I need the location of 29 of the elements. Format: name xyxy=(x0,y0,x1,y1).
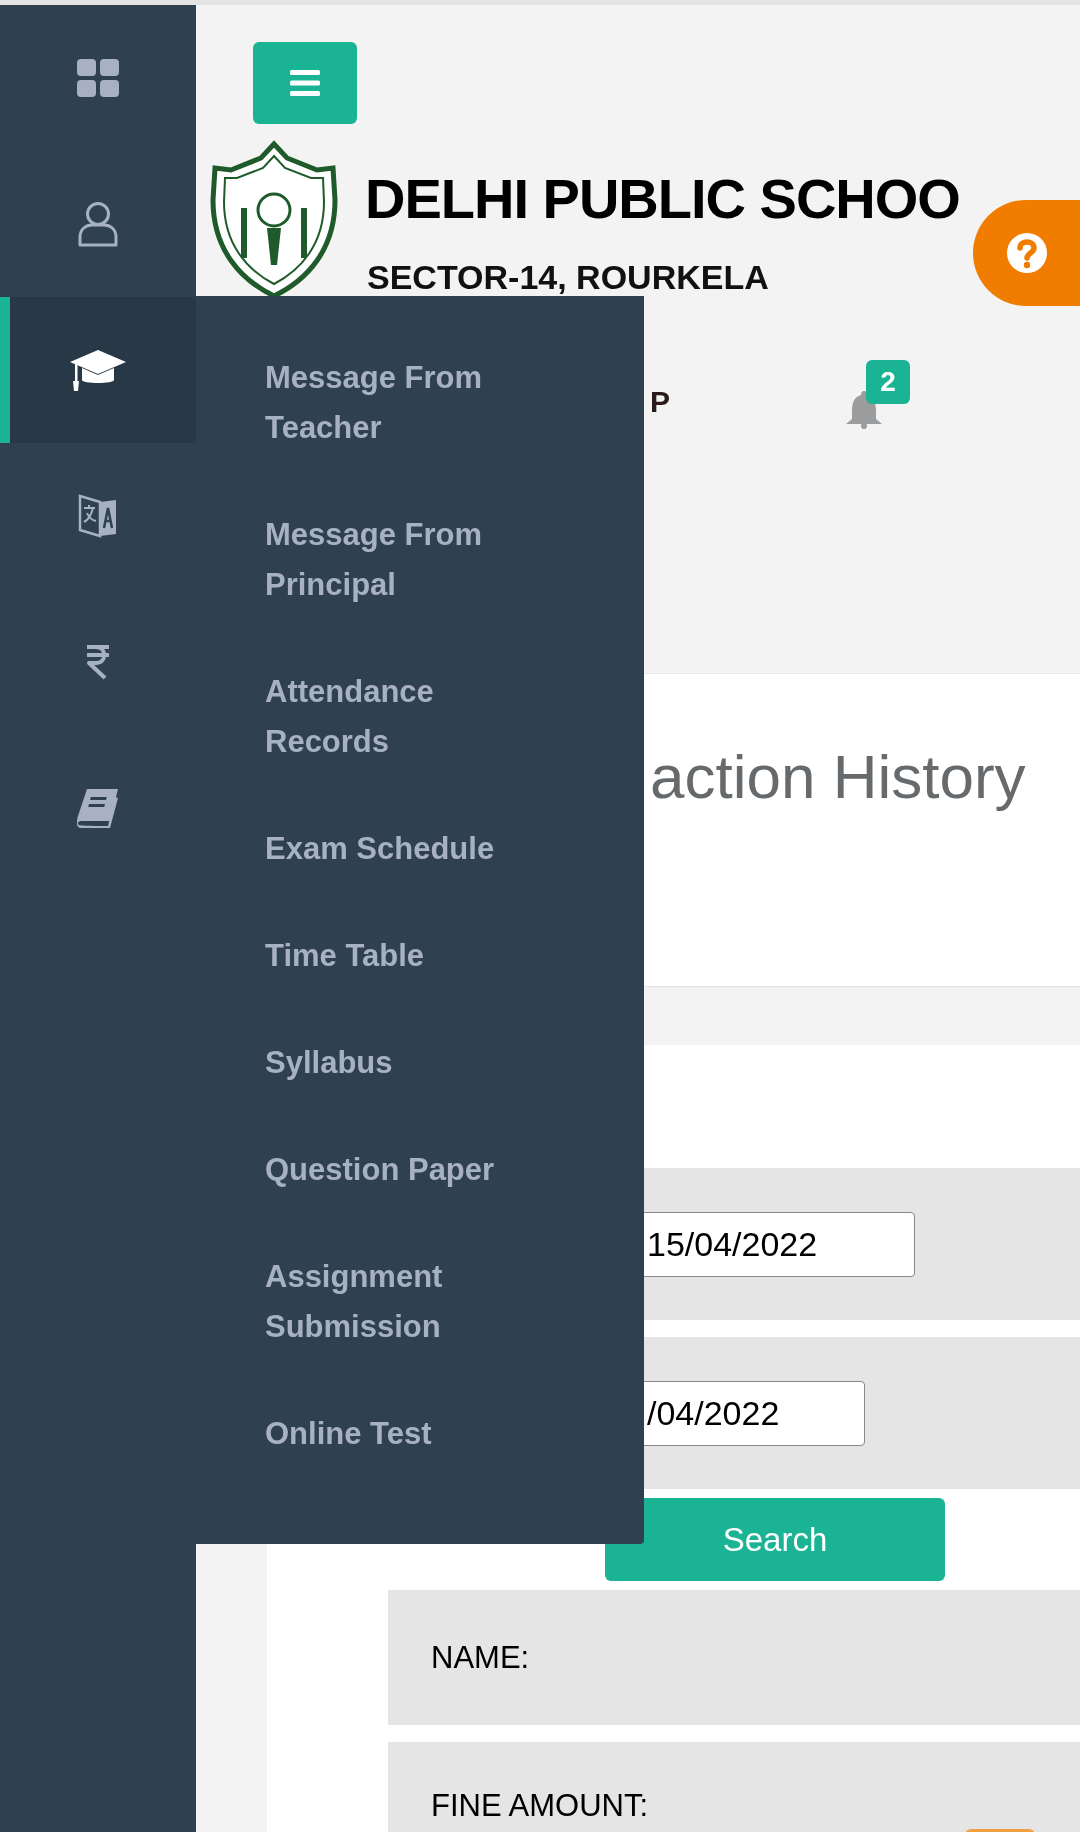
help-tab[interactable] xyxy=(973,200,1080,306)
notification-count: 2 xyxy=(866,360,910,404)
field-label: FINE AMOUNT: xyxy=(431,1787,648,1825)
bell-icon xyxy=(844,389,884,429)
header-text: P xyxy=(650,387,670,417)
user-icon xyxy=(78,201,118,247)
submenu-item[interactable]: Question Paper xyxy=(265,1145,545,1195)
submenu-item[interactable]: Message From Principal xyxy=(265,510,545,610)
search-button[interactable]: Search xyxy=(605,1498,945,1581)
menu-icon xyxy=(290,70,320,96)
submenu-item[interactable]: Online Test xyxy=(265,1409,545,1459)
submenu-item[interactable]: Attendance Records xyxy=(265,667,545,767)
help-icon xyxy=(1006,232,1048,274)
school-address: SECTOR-14, ROURKELA xyxy=(367,260,769,294)
translate-icon xyxy=(78,494,118,538)
submenu-item[interactable]: Syllabus xyxy=(265,1038,545,1088)
sidebar-item[interactable] xyxy=(0,297,196,443)
submenu-item[interactable]: Time Table xyxy=(265,931,545,981)
field-label: NAME: xyxy=(431,1638,530,1677)
school-name: DELHI PUBLIC SCHOO xyxy=(365,171,960,227)
menu-button[interactable] xyxy=(253,42,357,124)
submenu-item[interactable]: Assignment Submission xyxy=(265,1252,545,1352)
book-icon xyxy=(77,788,119,828)
graduation-cap-icon xyxy=(69,348,127,392)
rupee-icon xyxy=(85,644,111,680)
grid-icon xyxy=(77,59,119,97)
notification-button[interactable]: 2 xyxy=(844,353,914,438)
submenu-item[interactable]: Exam Schedule xyxy=(265,824,545,874)
submenu-item[interactable]: Message From Teacher xyxy=(265,353,545,453)
